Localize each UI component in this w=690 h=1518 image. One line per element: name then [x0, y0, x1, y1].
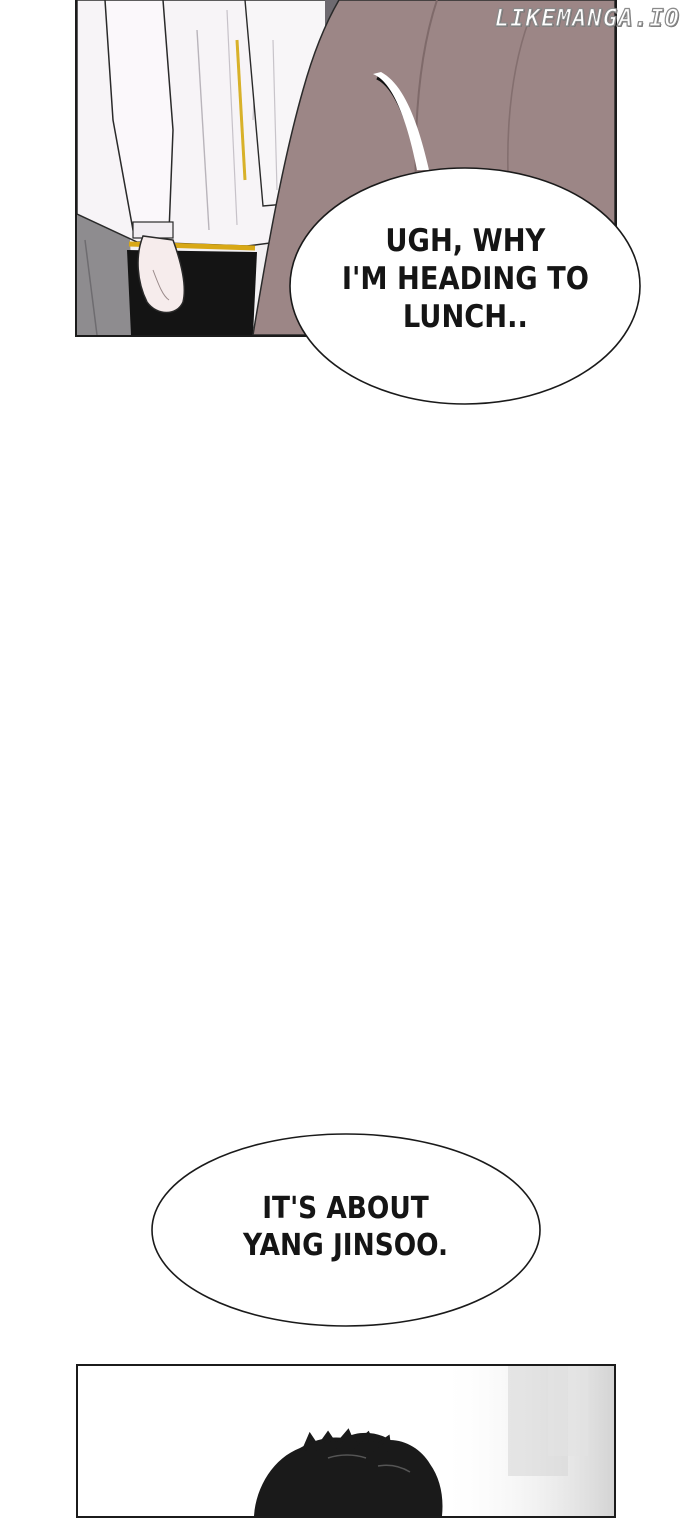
comic-panel-bottom — [76, 1364, 616, 1518]
speech-bubble-1: UGH, WHY I'M HEADING TO LUNCH.. — [288, 166, 642, 406]
speech-bubble-text-2: IT'S ABOUT YANG JINSOO. — [243, 1191, 449, 1263]
site-watermark: LIKEMANGA.IO — [494, 3, 680, 32]
speech-bubble-text-1: UGH, WHY I'M HEADING TO LUNCH.. — [341, 223, 589, 335]
panel-illustration-head — [78, 1366, 614, 1516]
speech-bubble-2: IT'S ABOUT YANG JINSOO. — [150, 1132, 542, 1328]
